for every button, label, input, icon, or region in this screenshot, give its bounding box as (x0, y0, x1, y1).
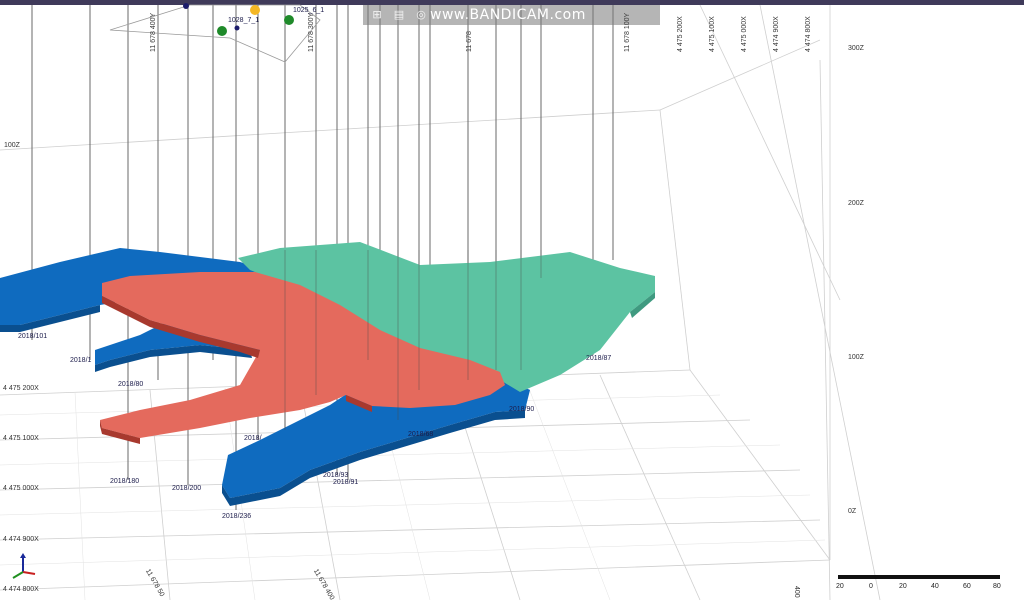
scale-tick: 0 (869, 583, 873, 590)
axis-label-x-left: 4 475 100X (3, 435, 39, 442)
drillhole-label: 2018/68 (408, 431, 434, 438)
3d-scene-viewport[interactable] (0, 0, 1024, 601)
drillhole-label: 2018/87 (586, 355, 612, 362)
axis-label-y: 11 678 400Y (150, 12, 157, 52)
axis-label-y: 11 678 (466, 31, 473, 52)
scale-tick: 60 (963, 583, 971, 590)
drillhole-label: 2018/200 (172, 485, 202, 492)
drillhole-label: 2018/1 (70, 357, 92, 364)
collar-marker[interactable] (234, 25, 240, 31)
scale-tick: 20 (899, 583, 907, 590)
drillhole-label: 2018/101 (18, 333, 48, 340)
collar-marker-selected[interactable] (250, 5, 260, 15)
axis-label-x: 4 474 800X (805, 16, 812, 52)
collar-marker[interactable] (284, 15, 294, 25)
axis-label-x: 4 475 100X (709, 16, 716, 52)
axis-label-x: 4 475 200X (677, 16, 684, 52)
axis-label-x-left: 4 475 000X (3, 485, 39, 492)
layers-icon[interactable]: ▤ (391, 8, 407, 22)
scale-tick: 20 (836, 583, 844, 590)
scale-tick: 80 (993, 583, 1001, 590)
watermark-text: www.BANDICAM.com (430, 7, 586, 23)
axis-label-x-left: 4 475 200X (3, 385, 39, 392)
axis-label-z: 200Z (848, 200, 864, 207)
scale-tick: 40 (931, 583, 939, 590)
drillhole-label: 2018/180 (110, 478, 140, 485)
target-icon[interactable]: ◎ (413, 8, 429, 22)
axis-label-x: 4 475 000X (741, 16, 748, 52)
drillhole-label: 2018/91 (333, 479, 359, 486)
axis-orientation-widget[interactable] (8, 552, 38, 582)
collar-outline (109, 4, 321, 63)
scale-bar: 20 0 20 40 60 80 (836, 575, 1002, 599)
scale-bar-line (838, 575, 1000, 579)
axis-label-x-left: 4 474 800X (3, 586, 39, 593)
collar-label: 1028_7_1 (228, 17, 260, 24)
drillhole-label: 2018/80 (118, 381, 144, 388)
axis-label-y: 11 678 300Y (308, 12, 315, 52)
drillhole-label: 2018/90 (509, 406, 535, 413)
collar-marker[interactable] (217, 26, 227, 36)
drillhole-label: 2018/93 (323, 472, 349, 479)
drillhole-label: 2018/236 (222, 513, 252, 520)
axis-label-y: 11 678 100Y (624, 12, 631, 52)
axis-label-z: 100Z (4, 142, 20, 149)
axis-label-x-left: 4 474 900X (3, 536, 39, 543)
axis-label-z: 0Z (848, 508, 857, 515)
collar-marker[interactable] (183, 3, 189, 9)
axis-label-z: 300Z (848, 45, 864, 52)
axis-label-y-bottom: 400 (793, 586, 800, 598)
grid-icon[interactable]: ⊞ (369, 8, 385, 22)
drillhole-label: 2018/ (244, 435, 262, 442)
axis-label-x: 4 474 900X (773, 16, 780, 52)
axis-label-z: 100Z (848, 354, 864, 361)
